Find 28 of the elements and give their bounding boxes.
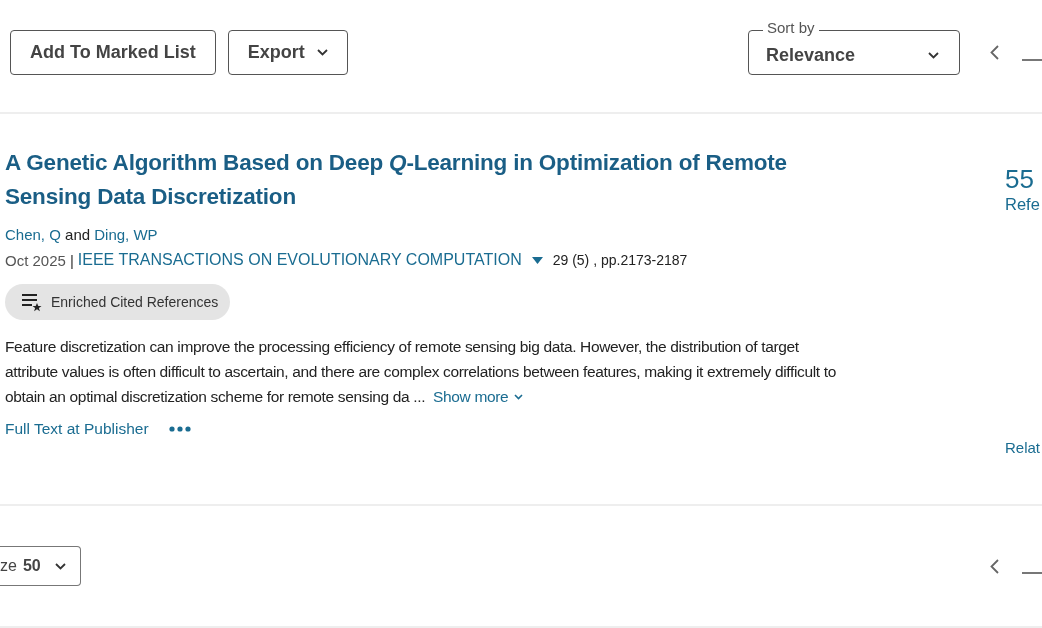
author-link[interactable]: Chen, Q bbox=[5, 226, 61, 243]
more-options-icon[interactable] bbox=[168, 426, 191, 432]
show-more-link[interactable]: Show more bbox=[433, 384, 524, 409]
chevron-left-icon[interactable] bbox=[990, 45, 999, 60]
list-star-icon bbox=[21, 292, 43, 312]
chevron-down-icon bbox=[316, 49, 328, 56]
author-link[interactable]: Ding, WP bbox=[94, 226, 158, 243]
publication-date: Oct 2025 bbox=[5, 251, 66, 269]
full-text-link[interactable]: Full Text at Publisher bbox=[5, 420, 149, 438]
citation-count[interactable]: 55 bbox=[1005, 164, 1042, 195]
chevron-down-icon bbox=[928, 52, 939, 59]
journal-link[interactable]: IEEE TRANSACTIONS ON EVOLUTIONARY COMPUTATION bbox=[77, 251, 522, 269]
chevron-down-icon bbox=[54, 562, 66, 570]
chevron-left-icon[interactable] bbox=[990, 558, 999, 574]
add-button[interactable]: Add To Marked List bbox=[10, 30, 216, 75]
article-title-link[interactable]: A Genetic Algorithm Based on Deep Q-Learning in Optimization of Remote Sensing Data Discretization bbox=[5, 146, 805, 214]
export-dropdown[interactable]: Export bbox=[227, 30, 348, 75]
enriched-references-badge[interactable]: Enriched Cited References bbox=[5, 284, 231, 320]
author-joiner: and bbox=[65, 226, 91, 243]
caret-down-icon[interactable] bbox=[531, 256, 543, 264]
abstract-text: Feature discretization can improve the processing efficiency of remote sensing big data. However, the distribution of target attribute values is often difficult to ascertain, and there are complex correlations between features, making it extremely difficult to obtain an optimal discretization scheme for remote sensing da ... Show more bbox=[5, 334, 855, 409]
sort-label: Sort by bbox=[763, 19, 819, 37]
page-size-dropdown[interactable]: ze 50 bbox=[0, 546, 81, 586]
volume-pages: 29 (5) , pp.2173-2187 bbox=[552, 252, 688, 268]
chevron-down-icon bbox=[514, 393, 524, 400]
related-link[interactable]: Relat bbox=[1005, 439, 1041, 456]
references-label: Refe bbox=[1005, 195, 1041, 214]
separator: | bbox=[69, 251, 74, 269]
